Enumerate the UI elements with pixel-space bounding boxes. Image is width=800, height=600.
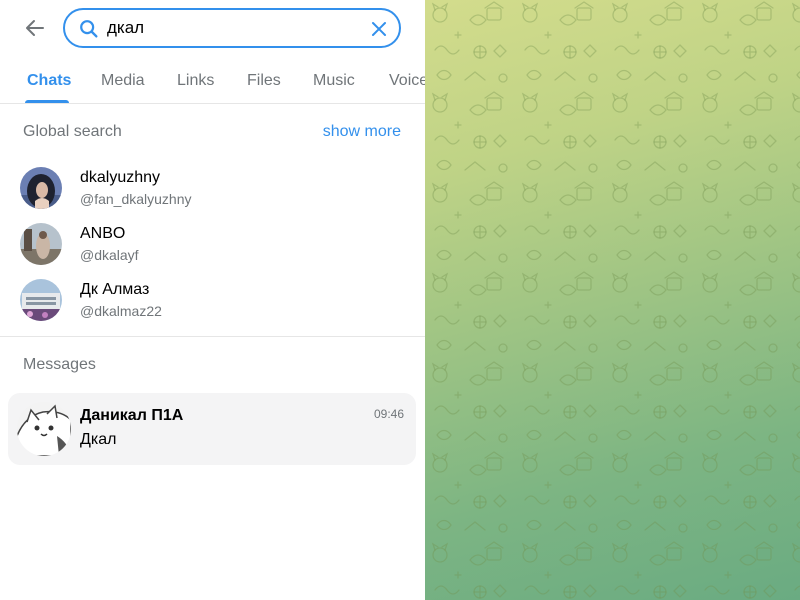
- contact-username: @fan_dkalyuzhny: [80, 191, 192, 207]
- avatar: [17, 402, 71, 456]
- contact-username: @dkalayf: [80, 247, 139, 263]
- search-input[interactable]: [107, 16, 347, 40]
- tab-music[interactable]: Music: [313, 72, 355, 90]
- tab-links[interactable]: Links: [177, 72, 214, 90]
- global-result-item[interactable]: Дк Алмаз @dkalmaz22: [8, 276, 417, 332]
- avatar: [20, 223, 62, 265]
- doodle-pattern: [425, 0, 800, 600]
- global-search-title: Global search: [23, 123, 122, 140]
- tab-chats[interactable]: Chats: [27, 72, 71, 90]
- clear-icon: [372, 22, 386, 36]
- section-divider: [0, 336, 425, 337]
- message-chat-title: Даникал П1А: [80, 407, 184, 424]
- message-text: Дкал: [80, 431, 117, 448]
- sidebar: Chats Media Links Files Music Voice Glob…: [0, 0, 425, 600]
- global-result-item[interactable]: dkalyuzhny @fan_dkalyuzhny: [8, 164, 417, 220]
- contact-name: ANBO: [80, 225, 126, 242]
- back-arrow-icon: [26, 20, 44, 36]
- contact-name: Дк Алмаз: [80, 281, 150, 298]
- contact-username: @dkalmaz22: [80, 303, 162, 319]
- search-field[interactable]: [63, 8, 401, 48]
- search-icon: [80, 20, 98, 38]
- search-tabs: Chats Media Links Files Music Voice: [0, 56, 425, 104]
- back-button[interactable]: [19, 12, 51, 44]
- clear-search-button[interactable]: [367, 17, 391, 41]
- tab-media[interactable]: Media: [101, 72, 145, 90]
- tab-files[interactable]: Files: [247, 72, 281, 90]
- message-time: 09:46: [373, 407, 404, 421]
- search-header: [0, 0, 425, 56]
- contact-name: dkalyuzhny: [80, 169, 161, 186]
- avatar: [20, 167, 62, 209]
- tab-voice[interactable]: Voice: [389, 72, 425, 90]
- chat-wallpaper: [425, 0, 800, 600]
- messages-title: Messages: [23, 356, 96, 373]
- show-more-link[interactable]: show more: [323, 123, 401, 141]
- active-tab-indicator: [25, 100, 69, 103]
- message-result-item[interactable]: Даникал П1А 09:46 Дкал: [8, 393, 416, 465]
- global-result-item[interactable]: ANBO @dkalayf: [8, 220, 417, 276]
- avatar: [20, 279, 62, 321]
